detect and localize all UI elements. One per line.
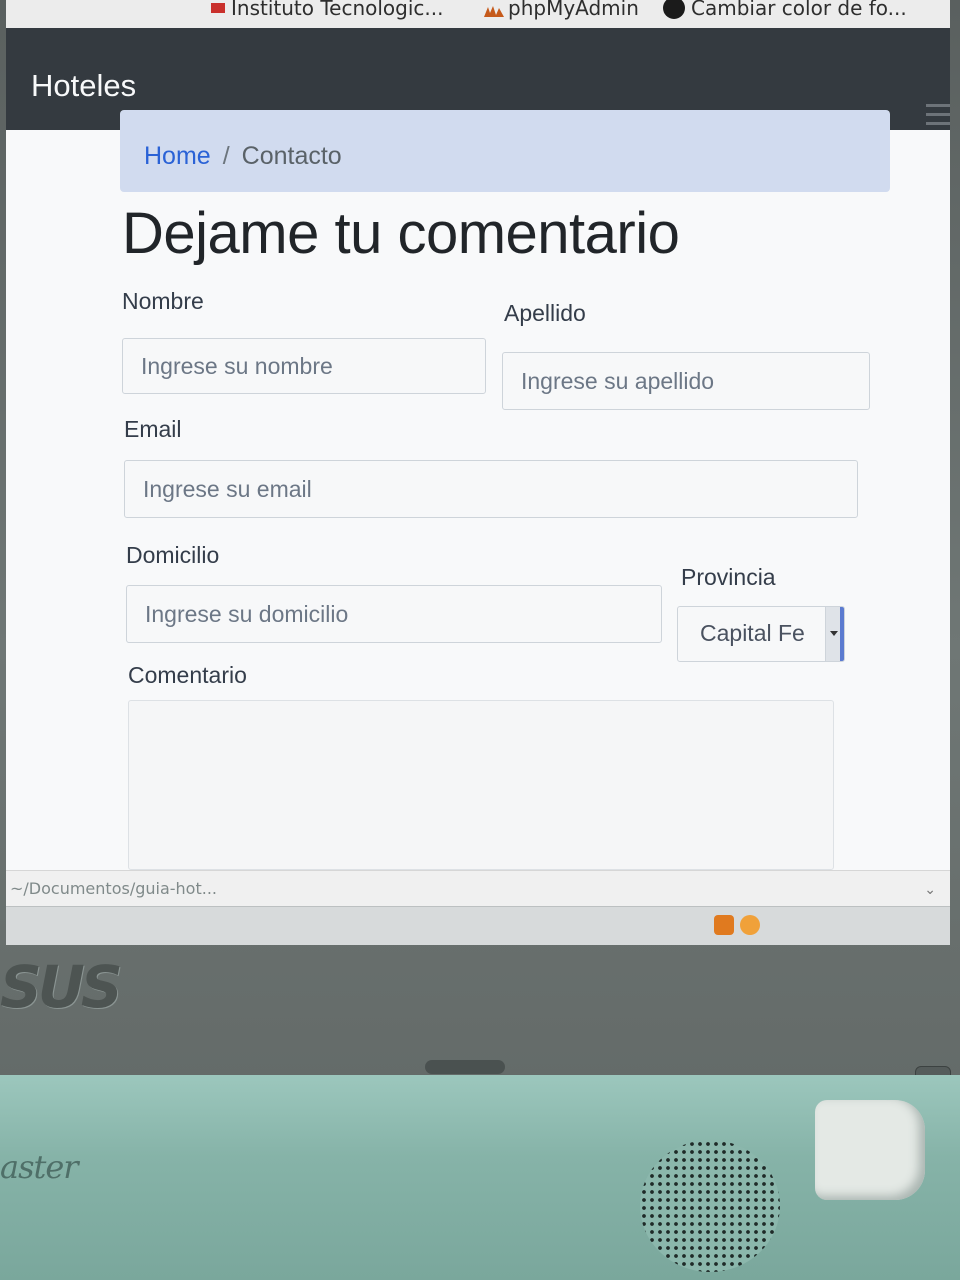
browser-status-bar: ~/Documentos/guia-hot... ⌄ xyxy=(6,870,950,907)
breadcrumb: Home / Contacto xyxy=(120,110,890,192)
apellido-label: Apellido xyxy=(504,300,586,326)
bookmark-label: phpMyAdmin xyxy=(508,0,639,20)
scroll-down-icon[interactable]: ⌄ xyxy=(924,881,936,898)
bookmark-cambiar-color[interactable]: Cambiar color de fo... xyxy=(663,0,907,20)
deck-brand-logo: aster xyxy=(0,1148,79,1186)
comentario-label: Comentario xyxy=(128,662,247,688)
sublime-text-icon[interactable] xyxy=(714,915,734,935)
hamburger-menu-icon[interactable] xyxy=(926,98,950,134)
dropdown-arrow-icon xyxy=(825,607,844,661)
provincia-selected-value: Capital Fe xyxy=(700,620,805,646)
laptop-hinge-cover xyxy=(815,1100,925,1200)
taskbar xyxy=(6,906,950,945)
nombre-label: Nombre xyxy=(122,288,204,314)
provincia-label: Provincia xyxy=(681,564,776,590)
navbar-brand[interactable]: Hoteles xyxy=(31,68,136,104)
bookmark-instituto[interactable]: Instituto Tecnologic... xyxy=(211,0,444,20)
firefox-icon[interactable] xyxy=(740,915,760,935)
comentario-textarea[interactable] xyxy=(128,700,834,870)
status-url: ~/Documentos/guia-hot... xyxy=(10,879,217,898)
bookmark-label: Instituto Tecnologic... xyxy=(231,0,444,20)
email-input[interactable] xyxy=(124,460,858,518)
laptop-hinge xyxy=(425,1060,505,1074)
breadcrumb-current: Contacto xyxy=(241,141,342,170)
phpmyadmin-icon xyxy=(482,0,504,17)
bookmarks-bar: Instituto Tecnologic... phpMyAdmin Cambi… xyxy=(6,0,950,28)
bookmark-favicon-icon xyxy=(211,3,225,13)
page-content: Home / Contacto Dejame tu comentario Nom… xyxy=(6,110,950,870)
screen: Instituto Tecnologic... phpMyAdmin Cambi… xyxy=(6,0,950,945)
breadcrumb-home-link[interactable]: Home xyxy=(144,142,211,171)
domicilio-input[interactable] xyxy=(126,585,662,643)
github-icon xyxy=(663,0,685,19)
bookmark-phpmyadmin[interactable]: phpMyAdmin xyxy=(482,0,639,20)
nombre-input[interactable] xyxy=(122,338,486,394)
apellido-input[interactable] xyxy=(502,352,870,410)
domicilio-label: Domicilio xyxy=(126,542,220,568)
speaker-grille xyxy=(640,1140,780,1272)
laptop-brand-logo: SUS xyxy=(0,953,123,1021)
email-label: Email xyxy=(124,416,182,442)
breadcrumb-separator: / xyxy=(222,141,230,170)
provincia-select[interactable]: Capital Fe xyxy=(677,606,845,662)
bookmark-label: Cambiar color de fo... xyxy=(691,0,907,20)
page-title: Dejame tu comentario xyxy=(122,201,680,266)
